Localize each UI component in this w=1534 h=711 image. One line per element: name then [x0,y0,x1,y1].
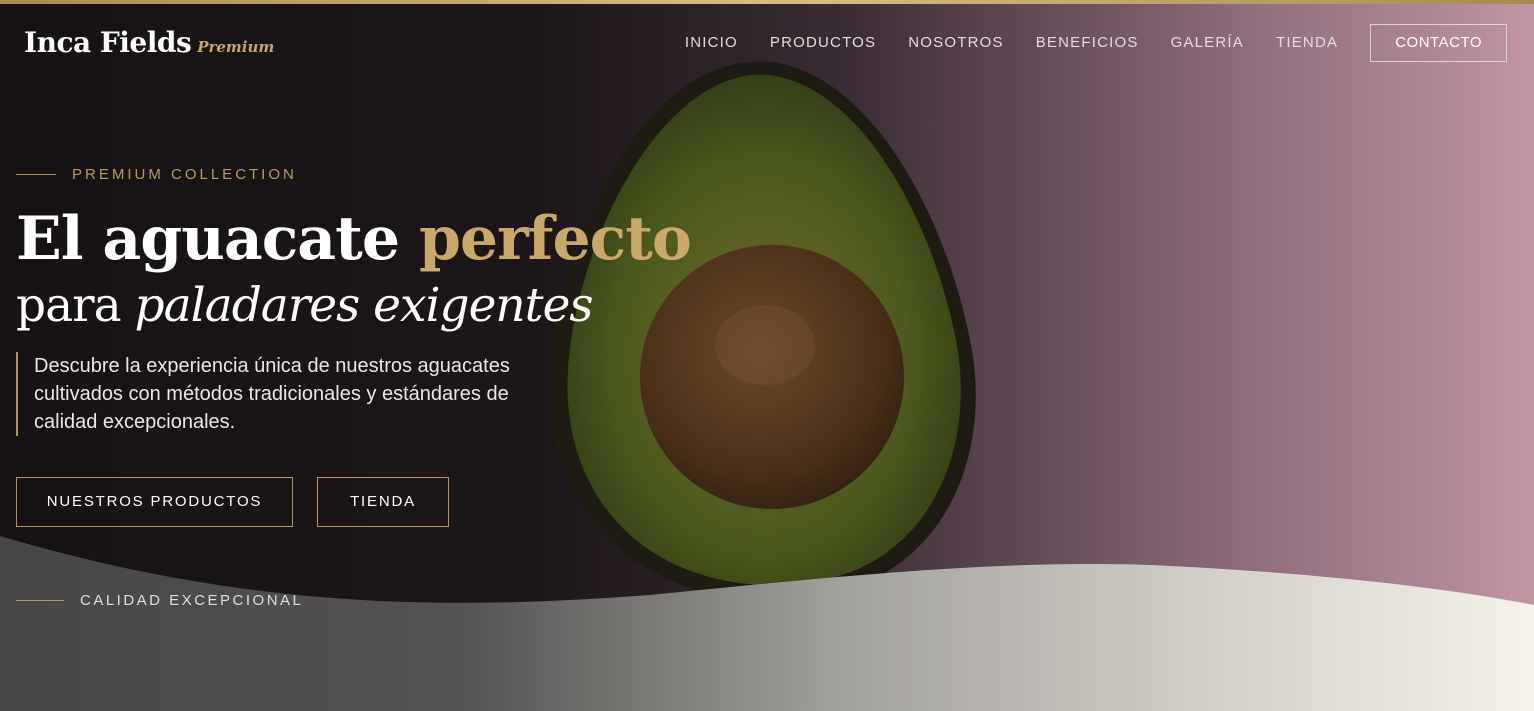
eyebrow-divider [16,174,56,175]
headline-accent: perfecto [418,204,692,274]
hero-subheadline: para paladares exigentes [16,278,594,333]
nav-item-beneficios[interactable]: BENEFICIOS [1036,24,1139,62]
quality-section-label: CALIDAD EXCEPCIONAL [16,592,303,609]
quality-divider [16,600,64,601]
brand-tag: Premium [197,38,275,56]
brand-name: Inca Fields [24,26,192,59]
products-button[interactable]: NUESTROS PRODUCTOS [16,477,293,527]
hero-description: Descubre la experiencia única de nuestro… [16,352,574,436]
hero-headline: El aguacate perfecto [16,204,692,274]
eyebrow-text: PREMIUM COLLECTION [72,166,297,183]
subhead-main: para [16,278,135,333]
nav-item-productos[interactable]: PRODUCTOS [770,24,876,62]
wave-divider [0,536,1534,711]
nav-item-nosotros[interactable]: NOSOTROS [908,24,1003,62]
main-nav: INICIO PRODUCTOS NOSOTROS BENEFICIOS GAL… [685,24,1507,62]
subhead-italic: paladares exigentes [134,278,594,333]
headline-main: El aguacate [16,204,419,274]
top-accent-line [0,0,1534,4]
nav-item-inicio[interactable]: INICIO [685,24,738,62]
contact-button[interactable]: CONTACTO [1370,24,1507,62]
nav-item-tienda[interactable]: TIENDA [1276,24,1338,62]
brand-logo[interactable]: Inca Fields Premium [24,26,274,59]
quality-text: CALIDAD EXCEPCIONAL [80,592,304,609]
nav-item-galeria[interactable]: GALERÍA [1171,24,1244,62]
hero-eyebrow: PREMIUM COLLECTION [16,166,297,183]
store-button[interactable]: TIENDA [317,477,449,527]
